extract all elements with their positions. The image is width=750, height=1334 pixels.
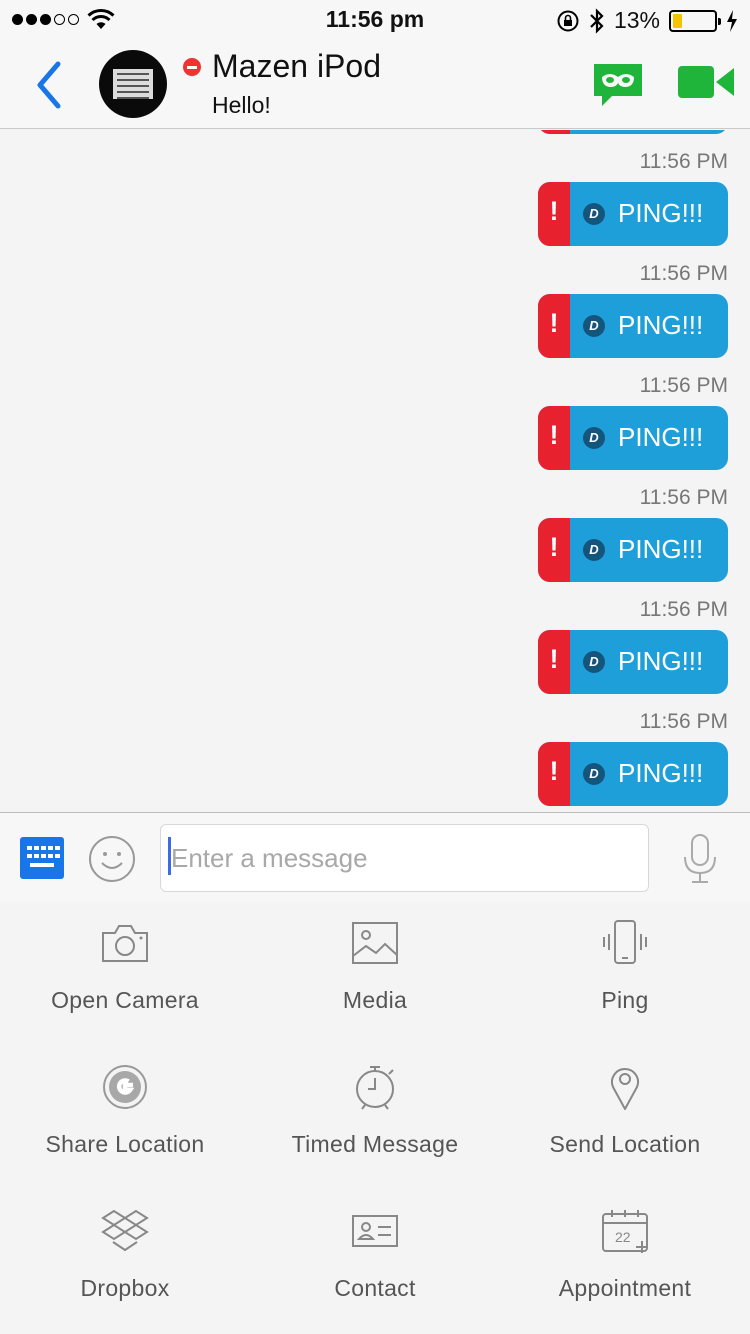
message-bubble[interactable]: ! D PING!!! [538, 406, 728, 470]
battery-icon [669, 9, 721, 32]
action-label: Share Location [45, 1131, 205, 1157]
action-label: Timed Message [291, 1131, 459, 1157]
message-bubble[interactable]: ! D PING!!! [538, 518, 728, 582]
message-bubble[interactable]: ! D PING!!! [538, 630, 728, 694]
contact-button[interactable]: Contact [250, 1190, 500, 1334]
send-error-icon[interactable]: ! [538, 130, 570, 134]
send-location-button[interactable]: Send Location [500, 1046, 750, 1190]
orientation-lock-icon [557, 10, 579, 31]
composer-bar [0, 812, 750, 902]
dropbox-badge-icon: D [583, 539, 605, 561]
message-list[interactable]: ! 11:56 PM ! D PING!!! 11:56 PM ! D PING… [0, 130, 750, 812]
contact-name[interactable]: Mazen iPod [212, 48, 381, 85]
text-cursor [168, 837, 171, 875]
google-icon [103, 1065, 147, 1109]
charging-bolt-icon [727, 9, 737, 32]
image-icon [352, 922, 398, 964]
calendar-day: 22 [615, 1229, 631, 1245]
action-label: Send Location [549, 1131, 701, 1157]
action-label: Ping [601, 987, 649, 1013]
dropbox-badge-icon: D [583, 651, 605, 673]
battery-percent: 13% [613, 7, 660, 33]
emoji-icon[interactable] [88, 835, 136, 883]
message-bubble[interactable]: ! [538, 130, 728, 134]
action-label: Media [342, 987, 408, 1013]
status-bar: 11:56 pm 13% [0, 0, 750, 40]
message-text: PING!!! [618, 758, 704, 788]
action-label: Dropbox [80, 1275, 170, 1301]
media-button[interactable]: Media [250, 902, 500, 1046]
message-text: PING!!! [618, 534, 704, 564]
contact-card-icon [352, 1215, 398, 1247]
attachment-actions-grid: Open Camera Media Ping Share Location Ti… [0, 902, 750, 1334]
message-bubble[interactable]: ! D PING!!! [538, 742, 728, 806]
send-error-icon[interactable]: ! [538, 406, 570, 470]
send-error-icon[interactable]: ! [538, 742, 570, 806]
message-time: 11:56 PM [639, 262, 728, 285]
calendar-add-icon: 22 [602, 1210, 648, 1253]
message-time: 11:56 PM [639, 598, 728, 621]
do-not-disturb-icon [183, 58, 201, 76]
message-bubble[interactable]: ! D PING!!! [538, 182, 728, 246]
message-time: 11:56 PM [639, 374, 728, 397]
microphone-icon[interactable] [680, 833, 720, 885]
message-text: PING!!! [618, 422, 704, 452]
bluetooth-icon [590, 7, 604, 34]
contact-status: Hello! [212, 92, 271, 118]
keyboard-icon[interactable] [20, 837, 64, 879]
message-bubble[interactable]: ! D PING!!! [538, 294, 728, 358]
vibrating-phone-icon [603, 920, 647, 964]
private-chat-mask-icon[interactable] [590, 60, 646, 110]
status-icons: 13% [556, 7, 738, 34]
camera-icon [102, 925, 148, 962]
message-text: PING!!! [618, 198, 704, 228]
video-call-icon[interactable] [676, 62, 736, 102]
chat-header: Mazen iPod Hello! [0, 40, 750, 129]
send-error-icon[interactable]: ! [538, 518, 570, 582]
dropbox-icon [101, 1209, 149, 1252]
back-icon[interactable] [30, 58, 70, 112]
dropbox-badge-icon: D [583, 427, 605, 449]
timed-message-button[interactable]: Timed Message [250, 1046, 500, 1190]
action-label: Contact [334, 1275, 416, 1301]
share-location-button[interactable]: Share Location [0, 1046, 250, 1190]
dropbox-badge-icon: D [583, 315, 605, 337]
open-camera-button[interactable]: Open Camera [0, 902, 250, 1046]
message-time: 11:56 PM [639, 150, 728, 173]
send-error-icon[interactable]: ! [538, 182, 570, 246]
avatar[interactable] [99, 50, 167, 118]
dropbox-badge-icon: D [583, 203, 605, 225]
message-text: PING!!! [618, 310, 704, 340]
dropbox-badge-icon: D [583, 763, 605, 785]
action-label: Open Camera [51, 987, 199, 1013]
appointment-button[interactable]: 22 Appointment [500, 1190, 750, 1334]
message-text: PING!!! [618, 646, 704, 676]
send-error-icon[interactable]: ! [538, 294, 570, 358]
timer-icon [356, 1066, 394, 1110]
send-error-icon[interactable]: ! [538, 630, 570, 694]
ping-button[interactable]: Ping [500, 902, 750, 1046]
action-label: Appointment [558, 1275, 692, 1301]
message-time: 11:56 PM [639, 710, 728, 733]
message-time: 11:56 PM [639, 486, 728, 509]
map-pin-icon [611, 1068, 639, 1110]
dropbox-button[interactable]: Dropbox [0, 1190, 250, 1334]
message-input[interactable] [160, 824, 649, 892]
